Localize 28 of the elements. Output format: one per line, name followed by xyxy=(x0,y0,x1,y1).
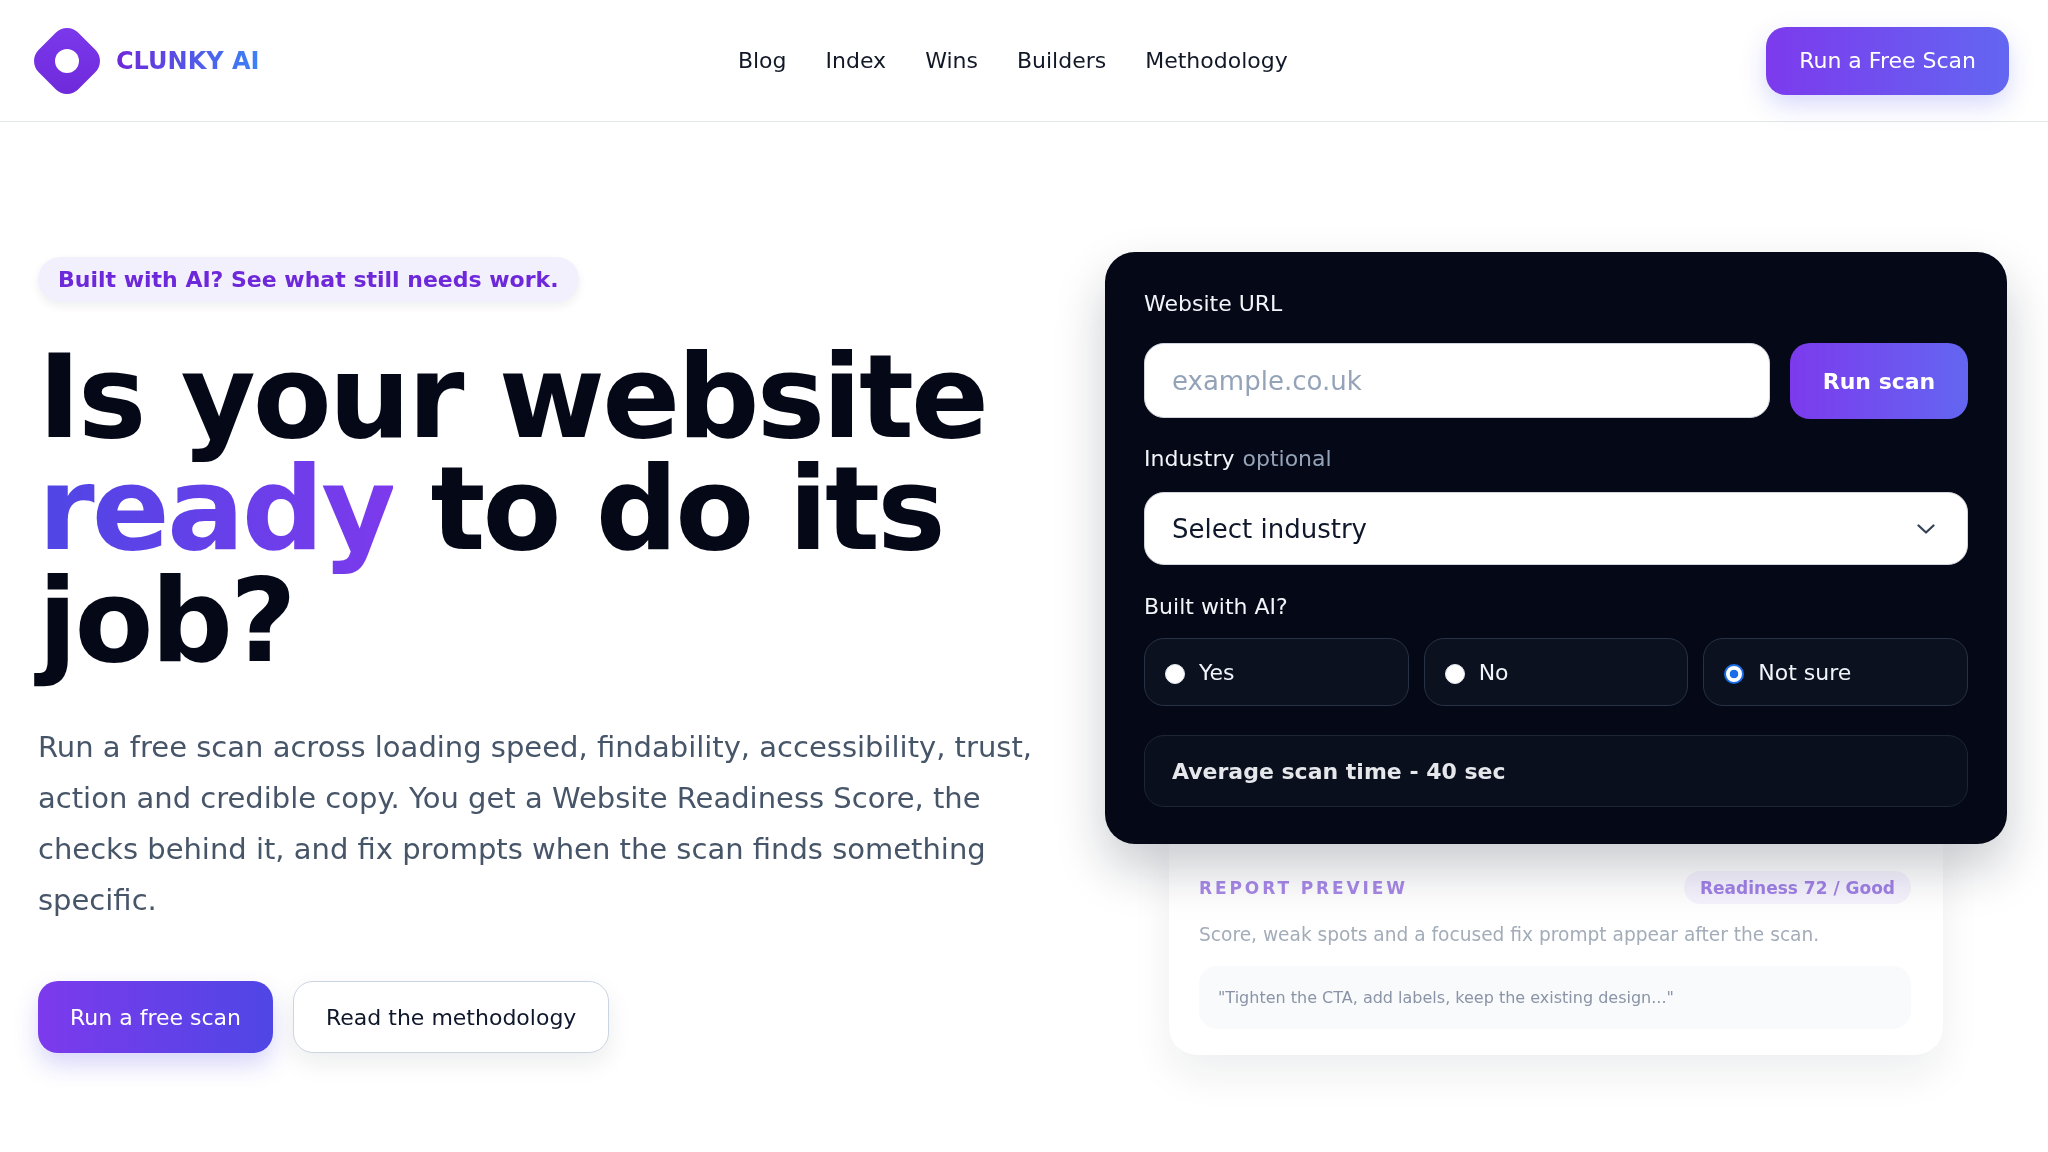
nav-link[interactable]: Index xyxy=(825,46,887,75)
readiness-badge: Readiness 72 / Good xyxy=(1683,871,1911,904)
primary-cta-button[interactable]: Run a free scan xyxy=(38,981,273,1053)
secondary-cta-button[interactable]: Read the methodology xyxy=(293,981,610,1053)
nav-link[interactable]: Builders xyxy=(1016,46,1107,75)
radio-option[interactable]: No xyxy=(1423,638,1689,706)
hero-description: Run a free scan across loading speed, findability, accessibility, trust, action and credible copy. You get a Website Readiness Score, the checks behind it, and fix prompts when the scan finds something specific. xyxy=(38,729,1033,919)
industry-select[interactable]: Select industry xyxy=(1144,492,1968,565)
fix-prompt-preview: "Tighten the CTA, add labels, keep the existing design..." xyxy=(1199,966,1911,1029)
chevron-down-icon xyxy=(1917,523,1935,534)
headline: Is your website ready to do its job? xyxy=(28,341,1041,695)
url-label: Website URL xyxy=(1144,291,1283,317)
built-with-ai-label: Built with AI? xyxy=(1144,594,1288,620)
optional-hint: optional xyxy=(1242,446,1332,472)
header-cta-button[interactable]: Run a Free Scan xyxy=(1766,26,2009,95)
report-summary: Score, weak spots and a focused fix prompt appear after the scan. xyxy=(1199,924,1821,946)
url-input[interactable]: example.co.uk xyxy=(1144,343,1770,418)
report-preview-heading: REPORT PREVIEW xyxy=(1199,877,1408,898)
industry-label: Industry xyxy=(1144,446,1235,472)
nav-link[interactable]: Methodology xyxy=(1145,46,1288,75)
scan-time-note: Average scan time - 40 sec xyxy=(1144,735,1968,807)
nav-link[interactable]: Blog xyxy=(737,46,787,75)
radio-button[interactable] xyxy=(1724,663,1745,684)
radio-option[interactable]: Not sure xyxy=(1703,638,1968,706)
run-scan-button[interactable]: Run scan xyxy=(1790,343,1968,419)
eyebrow-pill: Built with AI? See what still needs work. xyxy=(38,257,579,302)
nav-link[interactable]: Wins xyxy=(925,46,978,75)
radio-option[interactable]: Yes xyxy=(1144,638,1409,706)
